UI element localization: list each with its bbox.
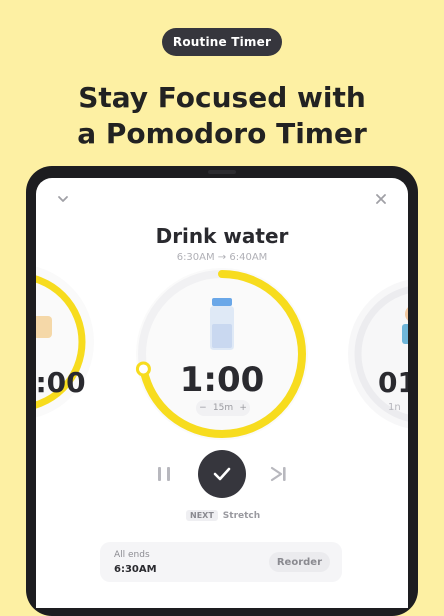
promo-badge: Routine Timer	[162, 28, 282, 56]
duration-value: 15m	[212, 403, 234, 413]
headline-line-2: a Pomodoro Timer	[77, 117, 367, 150]
ends-time: 6:30AM	[114, 564, 157, 575]
promo-headline: Stay Focused with a Pomodoro Timer	[0, 80, 444, 152]
ends-card: All ends 6:30AM Reorder	[100, 542, 342, 582]
complete-button[interactable]	[198, 450, 246, 498]
next-task-name: Stretch	[222, 510, 261, 521]
progress-knob[interactable]	[135, 361, 151, 377]
pause-button[interactable]	[150, 460, 178, 488]
prev-task-icon	[36, 316, 52, 338]
water-bottle-icon	[210, 298, 234, 350]
timer-value: 1:00	[179, 360, 265, 400]
prev-timer-value: 1:00	[36, 366, 86, 399]
next-task-indicator: NEXT Stretch	[186, 510, 260, 521]
tablet-camera	[208, 170, 236, 174]
reorder-button[interactable]: Reorder	[268, 552, 330, 572]
duration-stepper: − 15m +	[196, 400, 250, 416]
next-timer-sub: 1n	[388, 402, 401, 413]
next-timer-value: 01:0	[378, 366, 408, 399]
duration-plus-button[interactable]: +	[239, 403, 247, 413]
next-badge: NEXT	[186, 510, 218, 521]
duration-minus-button[interactable]: −	[199, 403, 207, 413]
check-icon	[213, 467, 231, 481]
skip-button[interactable]	[264, 460, 292, 488]
app-screen: Drink water 6:30AM → 6:40AM 1:00 01:0 1n…	[36, 178, 408, 608]
skip-next-icon	[270, 466, 286, 482]
pause-icon	[158, 467, 170, 481]
ends-label: All ends	[114, 550, 150, 560]
headline-line-1: Stay Focused with	[78, 81, 366, 114]
